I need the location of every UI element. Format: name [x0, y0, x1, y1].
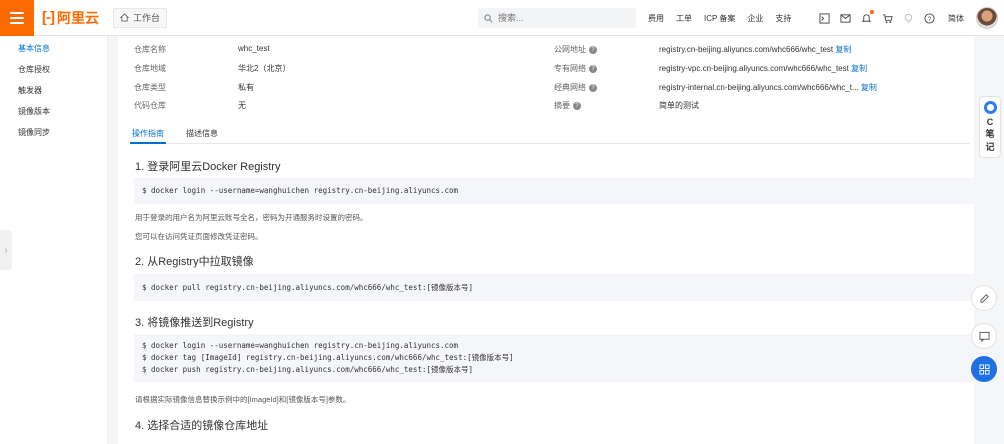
- vpc-address-label: 专有网络: [554, 64, 586, 73]
- search-icon: [484, 13, 493, 22]
- public-address-value: registry.cn-beijing.aliyuncs.com/whc666/…: [659, 45, 834, 54]
- code-repo-value: 无: [238, 101, 246, 110]
- section-title-choose-address: 4. 选择合适的镜像仓库地址: [135, 420, 269, 432]
- sidebar-item-basic-info[interactable]: 基本信息: [0, 38, 107, 59]
- sidebar-item-trigger[interactable]: 触发器: [0, 80, 107, 101]
- nav-link-ticket[interactable]: 工单: [676, 13, 692, 24]
- message-icon[interactable]: [839, 12, 851, 24]
- notes-icon: [983, 101, 997, 114]
- notes-label-c: C: [986, 117, 994, 127]
- code-block-push[interactable]: $ docker login --username=wanghuichen re…: [134, 334, 974, 382]
- workbench-label: 工作台: [133, 13, 161, 23]
- classic-address-value: registry-internal.cn-beijing.aliyuncs.co…: [659, 83, 859, 92]
- bell-icon[interactable]: [860, 10, 874, 24]
- help-icon[interactable]: ?: [589, 64, 597, 73]
- section-title-login: 1. 登录阿里云Docker Registry: [135, 161, 281, 173]
- top-nav-links: 费用 工单 ICP 备案 企业 支持: [648, 0, 791, 36]
- cart-icon[interactable]: [881, 12, 893, 24]
- paragraph-credential-hint: 您可以在访问凭证页面修改凭证密码。: [135, 232, 263, 241]
- nav-link-icp[interactable]: ICP 备案: [704, 13, 735, 24]
- lightbulb-icon[interactable]: [902, 12, 914, 24]
- copy-vpc-address-button[interactable]: 复制: [851, 64, 867, 73]
- code-repo-label: 代码仓库: [134, 101, 166, 110]
- classic-address-label: 经典网络: [554, 83, 586, 92]
- code-line: $ docker login --username=wanghuichen re…: [142, 186, 459, 195]
- code-line: $ docker tag [ImageId] registry.cn-beiji…: [142, 353, 514, 362]
- repo-region-value: 华北2（北京）: [238, 64, 291, 73]
- sidebar-item-image-sync[interactable]: 镜像同步: [0, 122, 107, 143]
- avatar[interactable]: [976, 7, 998, 29]
- workbench-button[interactable]: 工作台: [113, 7, 168, 28]
- code-line: $ docker login --username=wanghuichen re…: [142, 341, 459, 350]
- repo-type-label: 仓库类型: [134, 83, 166, 92]
- grid-icon: [978, 363, 990, 375]
- notes-label-2: 记: [985, 142, 995, 152]
- summary-label: 摘要: [554, 101, 570, 110]
- nav-link-enterprise[interactable]: 企业: [747, 13, 763, 24]
- sidebar-item-repo-auth[interactable]: 仓库授权: [0, 59, 107, 80]
- brand-name: 阿里云: [57, 9, 99, 26]
- notes-widget[interactable]: C 笔 记: [979, 96, 1001, 158]
- vpc-address-value: registry-vpc.cn-beijing.aliyuncs.com/whc…: [659, 64, 849, 73]
- repo-name-label: 仓库名称: [134, 45, 166, 54]
- language-switch[interactable]: 简体: [948, 13, 964, 24]
- help-icon[interactable]: ?: [923, 12, 935, 24]
- copy-public-address-button[interactable]: 复制: [835, 45, 851, 54]
- help-icon[interactable]: ?: [589, 45, 597, 54]
- search-input[interactable]: [498, 13, 618, 23]
- menu-icon[interactable]: [0, 0, 34, 36]
- search-box[interactable]: [478, 8, 636, 28]
- chat-icon: [978, 331, 990, 342]
- top-nav-icons: ?: [818, 0, 935, 36]
- nav-link-billing[interactable]: 费用: [648, 13, 664, 24]
- top-bar: [-] 阿里云 工作台 费用 工单 ICP 备案 企业 支持 ? 简体: [0, 0, 1004, 36]
- code-block-pull[interactable]: $ docker pull registry.cn-beijing.aliyun…: [134, 274, 974, 301]
- brand-logo[interactable]: [-] 阿里云: [42, 8, 99, 28]
- public-address-label: 公网地址: [554, 45, 586, 54]
- code-line: $ docker push registry.cn-beijing.aliyun…: [142, 365, 473, 374]
- aliyun-logo-icon: [-]: [42, 9, 55, 26]
- paragraph-push-hint: 请根据实际镜像信息替换示例中的[ImageId]和[镜像版本号]参数。: [135, 395, 351, 404]
- tab-bar: 操作指南 描述信息: [130, 128, 970, 144]
- chevron-right-icon: ›: [4, 244, 8, 256]
- repo-region-label: 仓库地域: [134, 64, 166, 73]
- repo-type-value: 私有: [238, 83, 254, 92]
- edit-fab-button[interactable]: [971, 285, 997, 311]
- home-icon: [120, 13, 129, 22]
- apps-fab-button[interactable]: [971, 356, 997, 382]
- tab-description[interactable]: 描述信息: [184, 128, 220, 144]
- code-line: $ docker pull registry.cn-beijing.aliyun…: [142, 283, 473, 292]
- notification-dot: [870, 10, 874, 14]
- help-icon[interactable]: ?: [589, 83, 597, 92]
- notes-label-1: 笔: [985, 129, 995, 139]
- terminal-icon[interactable]: [818, 12, 830, 24]
- copy-classic-address-button[interactable]: 复制: [861, 83, 877, 92]
- feedback-fab-button[interactable]: [971, 323, 997, 349]
- svg-text:?: ?: [927, 15, 931, 22]
- summary-value: 简单的测试: [659, 101, 699, 110]
- sidebar: 基本信息 仓库授权 触发器 镜像版本 镜像同步: [0, 36, 108, 444]
- section-title-pull: 2. 从Registry中拉取镜像: [135, 256, 254, 268]
- paragraph-login-hint: 用于登录的用户名为阿里云账号全名，密码为开通服务时设置的密码。: [135, 213, 368, 222]
- pencil-icon: [979, 293, 989, 303]
- sidebar-item-image-versions[interactable]: 镜像版本: [0, 101, 107, 122]
- nav-link-support[interactable]: 支持: [775, 13, 791, 24]
- repo-name-value: whc_test: [238, 44, 270, 53]
- sidebar-collapse-handle[interactable]: ›: [0, 230, 12, 270]
- main-content: 仓库名称 whc_test 仓库地域 华北2（北京） 仓库类型 私有 代码仓库 …: [118, 36, 974, 444]
- section-title-push: 3. 将镜像推送到Registry: [135, 317, 254, 329]
- repo-info-panel: 仓库名称 whc_test 仓库地域 华北2（北京） 仓库类型 私有 代码仓库 …: [118, 36, 974, 120]
- tab-guide[interactable]: 操作指南: [130, 128, 166, 144]
- code-block-login[interactable]: $ docker login --username=wanghuichen re…: [134, 178, 974, 204]
- help-icon[interactable]: ?: [573, 101, 581, 110]
